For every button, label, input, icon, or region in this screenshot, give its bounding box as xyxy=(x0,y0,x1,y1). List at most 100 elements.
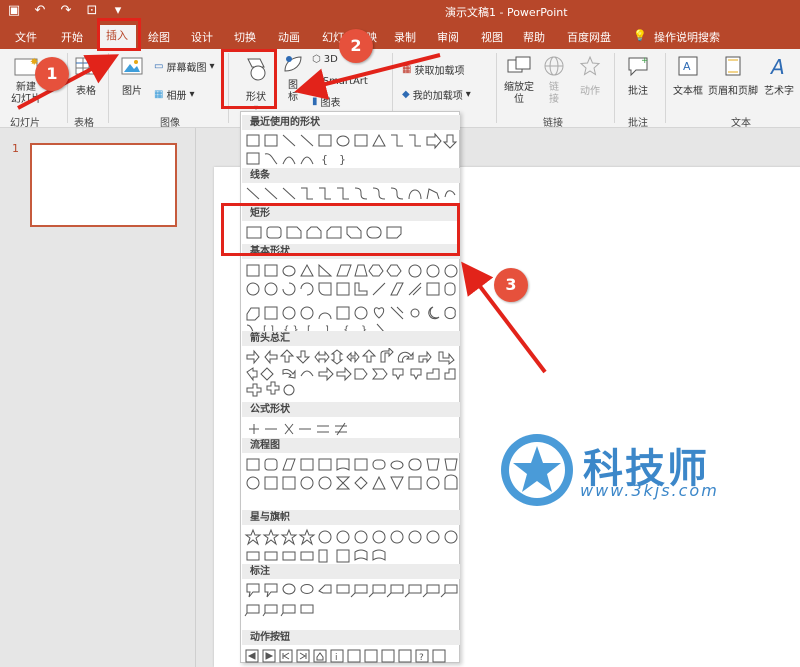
basic-shapes-grid[interactable]: [ ] { }[ ]{ } xyxy=(243,262,461,334)
3d-models-label: 3D xyxy=(323,54,338,65)
highlight-insert-tab xyxy=(97,18,141,51)
album-label: 相册 xyxy=(166,91,187,102)
3d-models-button[interactable]: ⬡ 3D xyxy=(312,54,338,65)
chart-button[interactable]: ▮ 图表 xyxy=(312,94,341,109)
separator xyxy=(614,53,615,123)
chevron-down-icon: ▾ xyxy=(209,61,215,72)
smartart-button[interactable]: ◣ SmartArt xyxy=(312,76,368,87)
get-addins-button[interactable]: ▦ 获取加载项 xyxy=(402,62,464,77)
my-addins-label: 我的加载项 xyxy=(412,91,463,102)
textbox-button[interactable]: A 文本框 xyxy=(670,55,706,97)
svg-text:A: A xyxy=(769,55,785,77)
tab-animations[interactable]: 动画 xyxy=(278,29,300,45)
comment-icon: + xyxy=(628,56,649,77)
screenshot-button[interactable]: ▭ 屏幕截图 ▾ xyxy=(154,59,214,74)
icons-button[interactable]: 图 标 xyxy=(281,53,305,104)
tab-view[interactable]: 视图 xyxy=(481,29,503,45)
screenshot-label: 屏幕截图 xyxy=(166,63,207,74)
group-label-comments: 批注 xyxy=(628,118,648,129)
lines-row[interactable] xyxy=(243,185,461,203)
highlight-rectangles-section xyxy=(221,203,460,256)
customize-icon[interactable]: ▾ xyxy=(110,3,126,18)
separator xyxy=(67,53,68,123)
section-stars-banners: 星与旗帜 xyxy=(242,510,460,525)
header-footer-icon xyxy=(725,56,741,76)
badge-step-3: 3 xyxy=(494,268,528,302)
picture-icon xyxy=(121,57,143,75)
action-label: 动作 xyxy=(580,86,600,97)
screenshot-icon: ▭ xyxy=(154,61,164,72)
chart-label: 图表 xyxy=(320,98,341,109)
tab-review[interactable]: 审阅 xyxy=(437,29,459,45)
wordart-icon: A xyxy=(769,55,785,79)
comment-button[interactable]: + 批注 xyxy=(622,55,654,97)
addins-icon: ◆ xyxy=(402,89,410,100)
picture-button[interactable]: 图片 xyxy=(117,55,147,97)
get-addins-label: 获取加载项 xyxy=(414,66,465,77)
picture-label: 图片 xyxy=(122,86,142,97)
separator xyxy=(496,53,497,123)
link-label: 链 接 xyxy=(549,82,559,105)
watermark-url: www.3kjs.com xyxy=(580,481,719,500)
link-button[interactable]: 链 接 xyxy=(542,55,566,106)
section-recent-shapes: 最近使用的形状 xyxy=(242,115,460,130)
wordart-label: 艺术字 xyxy=(764,86,794,97)
redo-icon[interactable]: ↷ xyxy=(58,3,74,18)
zoom-label: 缩放定 位 xyxy=(504,82,534,105)
star-icon xyxy=(579,55,601,76)
table-button[interactable]: 表格 xyxy=(72,55,100,97)
save-icon[interactable]: ▣ xyxy=(6,3,22,18)
equation-shapes-row[interactable] xyxy=(243,420,461,438)
action-buttons-row[interactable]: i ? xyxy=(243,648,461,666)
tell-me-search[interactable]: 操作说明搜索 xyxy=(654,29,720,45)
section-arrows: 箭头总汇 xyxy=(242,331,460,346)
tab-transitions[interactable]: 切换 xyxy=(234,29,256,45)
section-equation-shapes: 公式形状 xyxy=(242,402,460,417)
group-label-images: 图像 xyxy=(160,118,180,129)
slide-thumbnails-panel: 1 xyxy=(0,128,196,667)
group-label-text: 文本 xyxy=(731,118,751,129)
svg-text:{: { xyxy=(321,153,328,166)
present-icon[interactable]: ⊡ xyxy=(84,3,100,18)
tab-home[interactable]: 开始 xyxy=(61,29,83,45)
header-footer-button[interactable]: 页眉和页脚 xyxy=(707,55,759,97)
callouts-grid[interactable] xyxy=(243,581,461,619)
section-callouts: 标注 xyxy=(242,564,460,579)
tab-file[interactable]: 文件 xyxy=(15,29,37,45)
separator xyxy=(665,53,666,123)
textbox-icon: A xyxy=(678,56,698,76)
smartart-label: SmartArt xyxy=(322,76,368,87)
my-addins-button[interactable]: ◆ 我的加载项 ▾ xyxy=(402,87,471,102)
recent-shapes-row[interactable] xyxy=(243,132,461,150)
slide-thumbnail[interactable] xyxy=(30,143,177,227)
section-flowchart: 流程图 xyxy=(242,438,460,453)
tab-design[interactable]: 设计 xyxy=(191,29,213,45)
stars-banners-grid[interactable] xyxy=(243,528,461,566)
tab-draw[interactable]: 绘图 xyxy=(148,29,170,45)
smartart-icon: ◣ xyxy=(312,76,320,87)
tab-record[interactable]: 录制 xyxy=(394,29,416,45)
chevron-down-icon: ▾ xyxy=(465,89,471,100)
svg-text:}: } xyxy=(339,153,346,166)
undo-icon[interactable]: ↶ xyxy=(32,3,48,18)
separator xyxy=(108,53,109,123)
arrows-grid[interactable] xyxy=(243,348,461,404)
wordart-button[interactable]: A 艺术字 xyxy=(760,55,798,97)
textbox-label: 文本框 xyxy=(673,86,703,97)
tab-baidu-netdisk[interactable]: 百度网盘 xyxy=(567,29,611,45)
svg-text:?: ? xyxy=(419,653,424,663)
recent-shapes-row-2[interactable]: {} xyxy=(243,150,461,168)
chart-icon: ▮ xyxy=(312,96,318,107)
zoom-button[interactable]: 缩放定 位 xyxy=(502,55,536,106)
album-button[interactable]: ▦ 相册 ▾ xyxy=(154,87,194,102)
shapes-gallery: 最近使用的形状 {} 线条 矩形 基本形状 [] {} [] {} 箭头… xyxy=(240,111,460,663)
action-button[interactable]: 动作 xyxy=(576,55,604,97)
table-icon xyxy=(75,57,97,75)
table-label: 表格 xyxy=(76,86,96,97)
leaf-icon xyxy=(284,56,302,72)
tab-help[interactable]: 帮助 xyxy=(523,29,545,45)
flowchart-grid[interactable] xyxy=(243,456,461,494)
zoom-icon xyxy=(507,56,531,73)
watermark-logo-icon xyxy=(501,434,573,506)
svg-text:i: i xyxy=(335,653,338,663)
